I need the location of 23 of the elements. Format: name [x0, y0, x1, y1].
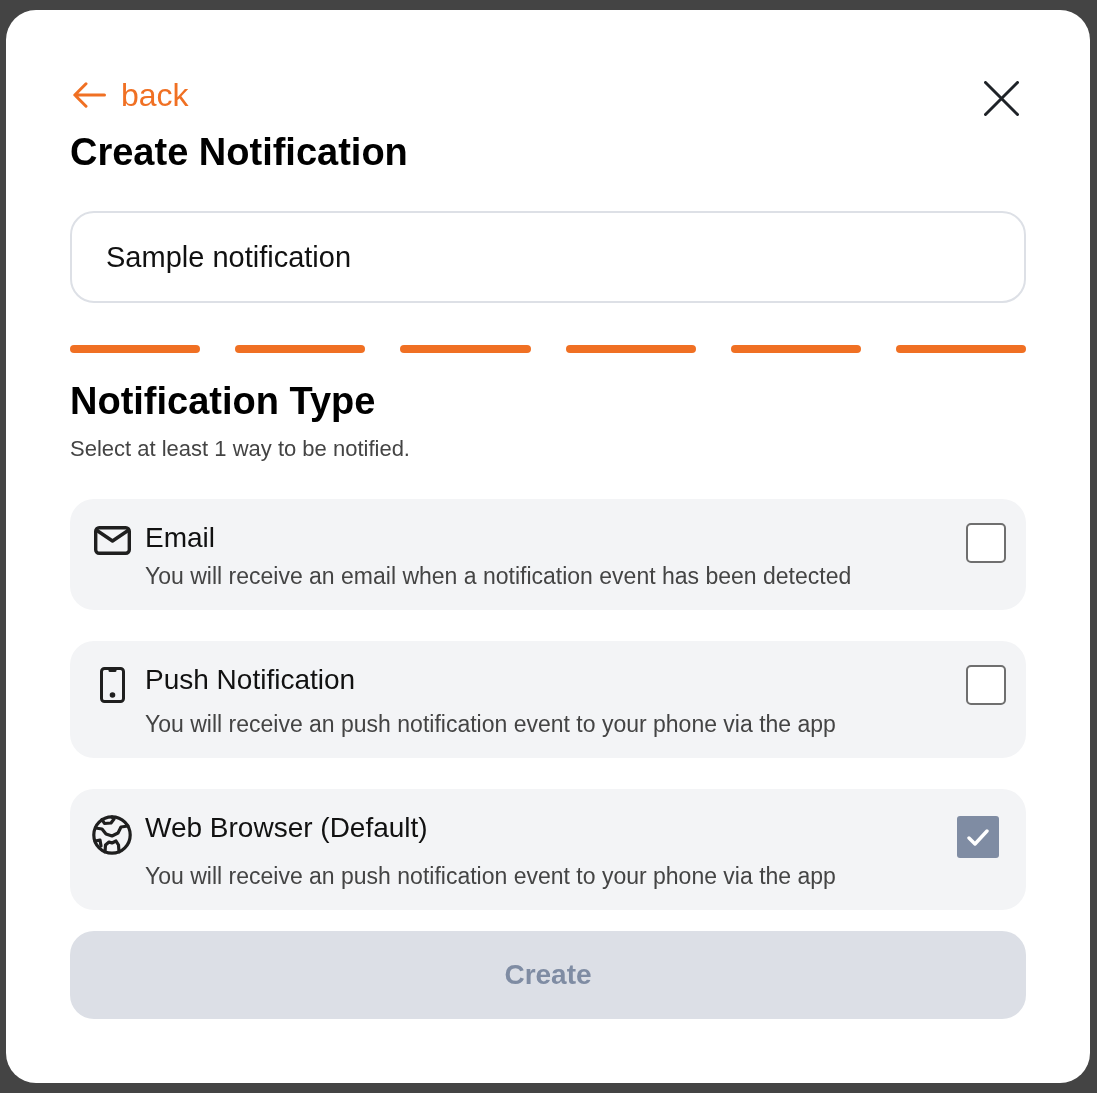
left-arrow-icon — [73, 82, 106, 108]
notification-option-card[interactable]: Email You will receive an email when a notification event has been detected — [70, 499, 1026, 610]
option-description: You will receive an email when a notification event has been detected — [145, 562, 853, 591]
option-checkbox[interactable] — [957, 816, 999, 858]
notification-option-card[interactable]: Push Notification You will receive an push notification event to your phone via the app — [70, 641, 1026, 758]
section-subtitle: Select at least 1 way to be notified. — [70, 435, 411, 463]
globe-icon — [92, 815, 132, 855]
smartphone-icon — [99, 667, 125, 703]
notification-name-field[interactable]: Sample notification — [70, 211, 1026, 303]
option-title: Push Notification — [145, 663, 357, 697]
envelope-icon — [93, 525, 131, 555]
dialog-title: Create Notification — [70, 130, 409, 174]
option-checkbox[interactable] — [966, 523, 1006, 563]
option-description: You will receive an push notification event to your phone via the app — [145, 710, 837, 739]
close-icon — [984, 81, 1019, 116]
notification-option-card[interactable]: Web Browser (Default) You will receive an push notification event to your phone via the app — [70, 789, 1026, 910]
close-button[interactable] — [984, 81, 1019, 116]
option-title: Email — [145, 521, 216, 555]
checkmark-icon — [967, 828, 989, 846]
option-checkbox[interactable] — [966, 665, 1006, 705]
option-title: Web Browser (Default) — [145, 811, 429, 845]
option-description: You will receive an push notification event to your phone via the app — [145, 862, 837, 891]
section-title: Notification Type — [70, 379, 377, 423]
